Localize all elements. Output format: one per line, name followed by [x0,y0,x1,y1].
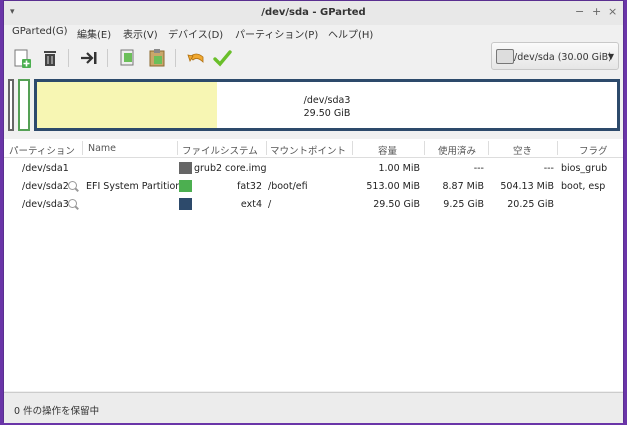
menu-edit[interactable]: 編集(E) [77,26,111,41]
menu-device[interactable]: デバイス(D) [168,26,223,41]
cell-name: EFI System Partition [86,181,182,192]
cell-partition: /dev/sda3 [22,199,69,210]
cell-size: 513.00 MiB [366,181,420,192]
cell-filesystem: grub2 core.img [194,163,267,174]
cell-mountpoint: /boot/efi [268,181,308,192]
device-selector[interactable]: /dev/sda (30.00 GiB) ▼ [491,42,619,70]
cell-mountpoint: / [268,199,272,210]
disk-map-sda1[interactable] [8,79,14,131]
menu-partition[interactable]: パーティション(P) [235,26,318,41]
col-partition[interactable]: パーティション [9,143,75,157]
cell-filesystem: ext4 [240,199,262,210]
partition-table: パーティション Name ファイルシステム マウントポイント 容量 使用済み 空… [4,139,623,391]
resize-move-icon[interactable] [78,47,100,69]
device-selector-label: /dev/sda (30.00 GiB) [514,52,612,63]
cell-partition: /dev/sda1 [22,163,69,174]
harddisk-icon [496,49,514,64]
title-bar: ▾ /dev/sda - GParted − + × [4,1,623,25]
table-row[interactable]: /dev/sda3 ext4 / 29.50 GiB 9.25 GiB 20.2… [4,196,623,214]
cell-flags: bios_grub [561,163,608,174]
disk-map-partition-name: /dev/sda3 [303,95,351,106]
cell-free: --- [543,163,554,174]
cell-free: 20.25 GiB [507,199,554,210]
table-header: パーティション Name ファイルシステム マウントポイント 容量 使用済み 空… [4,139,623,158]
cell-partition: /dev/sda2 [22,181,69,192]
window-title: /dev/sda - GParted [261,7,366,18]
paste-icon[interactable] [146,47,168,69]
delete-partition-icon[interactable] [39,47,61,69]
col-size[interactable]: 容量 [378,143,397,157]
cell-flags: boot, esp [561,181,606,192]
disk-map-sda3[interactable]: /dev/sda3 29.50 GiB [34,79,620,131]
table-row[interactable]: /dev/sda2 EFI System Partition fat32 /bo… [4,178,623,196]
minimize-button[interactable]: − [575,5,584,18]
cell-used: 9.25 GiB [443,199,484,210]
col-mountpoint[interactable]: マウントポイント [270,143,346,157]
cell-used: --- [473,163,484,174]
fs-color-swatch [179,162,192,174]
dropdown-arrow-icon: ▼ [607,52,614,61]
col-flags[interactable]: フラグ [579,143,608,157]
table-row[interactable]: /dev/sda1 grub2 core.img 1.00 MiB --- --… [4,160,623,178]
col-filesystem[interactable]: ファイルシステム [182,143,258,157]
fs-color-swatch [179,198,192,210]
menu-bar: GParted(G) 編集(E) 表示(V) デバイス(D) パーティション(P… [4,25,623,41]
col-used[interactable]: 使用済み [438,143,476,157]
copy-icon[interactable] [117,47,139,69]
maximize-button[interactable]: + [592,5,601,18]
menu-help[interactable]: ヘルプ(H) [328,26,373,41]
gparted-window: ▾ /dev/sda - GParted − + × GParted(G) 編集… [3,0,624,423]
col-name[interactable]: Name [88,143,116,154]
cell-used: 8.87 MiB [442,181,484,192]
cell-filesystem: fat32 [237,181,262,192]
menu-view[interactable]: 表示(V) [123,26,158,41]
new-partition-icon[interactable] [11,47,33,69]
mounted-key-icon [68,199,77,208]
col-free[interactable]: 空き [513,143,532,157]
disk-map-partition-size: 29.50 GiB [303,108,351,119]
close-button[interactable]: × [608,5,617,18]
apply-icon[interactable] [211,47,233,69]
cell-free: 504.13 MiB [500,181,554,192]
disk-map-sda2[interactable] [18,79,30,131]
mounted-key-icon [68,181,77,190]
menu-gparted[interactable]: GParted(G) [12,26,68,37]
status-bar: 0 件の操作を保留中 [4,392,623,423]
fs-color-swatch [179,180,192,192]
cell-size: 29.50 GiB [373,199,420,210]
disk-map: /dev/sda3 29.50 GiB [4,75,623,137]
cell-size: 1.00 MiB [378,163,420,174]
pending-operations-status: 0 件の操作を保留中 [14,406,100,417]
undo-icon[interactable] [185,47,207,69]
